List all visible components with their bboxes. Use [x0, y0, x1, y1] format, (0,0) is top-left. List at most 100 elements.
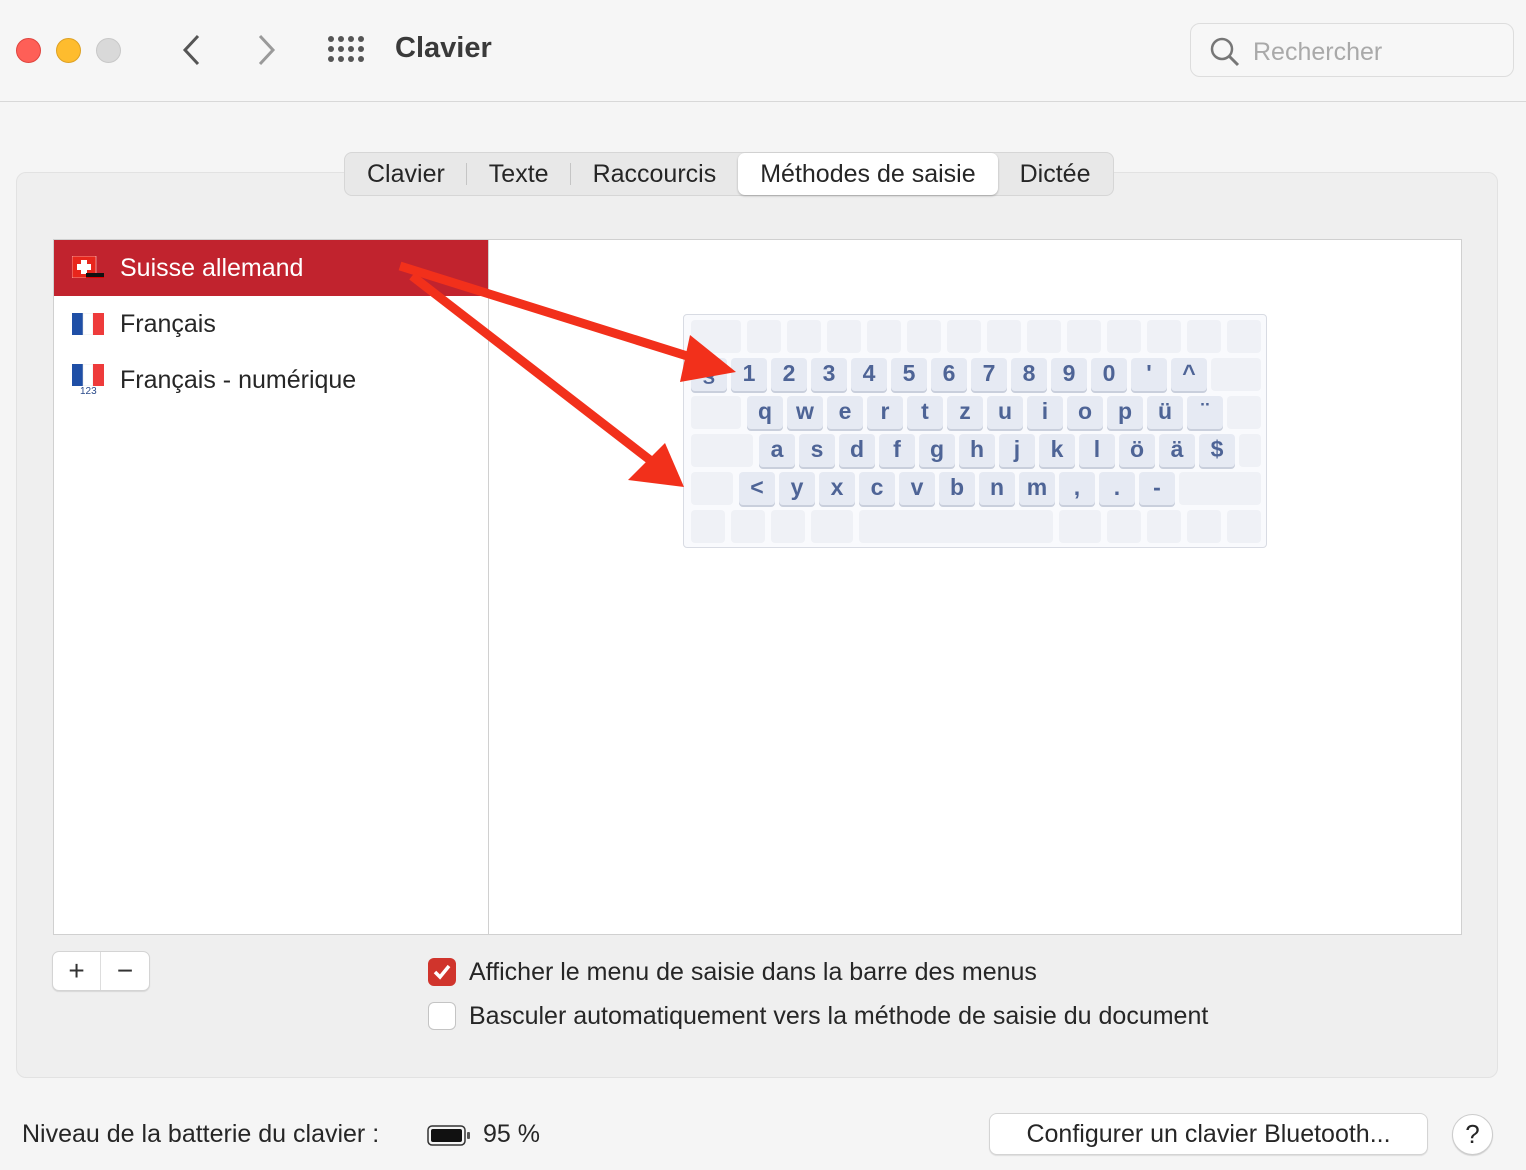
keyboard-blank-key	[987, 320, 1021, 353]
keyboard-blank-key	[867, 320, 901, 353]
add-remove-control: + −	[52, 951, 150, 991]
list-item-francais-numerique[interactable]: 123 Français - numérique	[54, 352, 488, 408]
keyboard-key: e	[827, 396, 863, 429]
battery-value: 95 %	[483, 1120, 540, 1148]
help-button[interactable]: ?	[1452, 1114, 1493, 1155]
forward-icon[interactable]	[254, 34, 278, 66]
keyboard-blank-key	[1211, 358, 1261, 391]
keyboard-blank-key	[691, 472, 733, 505]
list-item-label: Français	[120, 309, 216, 338]
title-bar: Clavier Rechercher	[0, 0, 1526, 102]
keyboard-blank-key	[1179, 472, 1261, 505]
back-icon[interactable]	[180, 34, 204, 66]
keyboard-key: g	[919, 434, 955, 467]
list-item-francais[interactable]: Français	[54, 296, 488, 352]
tab-texte[interactable]: Texte	[467, 153, 571, 195]
keyboard-key: 5	[891, 358, 927, 391]
keyboard-blank-key	[691, 396, 741, 429]
keyboard-blank-key	[1059, 510, 1101, 543]
keyboard-layout-preview: § 1 2 3 4 5 6 7 8 9 0 ' ^ q w e r t z u i o p ü ¨ a s d f g h j k l ö ä $ < y x…	[683, 314, 1267, 548]
keyboard-key: b	[939, 472, 975, 505]
tab-dictee[interactable]: Dictée	[998, 153, 1113, 195]
tab-methodes-de-saisie[interactable]: Méthodes de saisie	[738, 153, 998, 195]
keyboard-key: y	[779, 472, 815, 505]
keyboard-key: ¨	[1187, 396, 1223, 429]
keyboard-key: t	[907, 396, 943, 429]
keyboard-key: h	[959, 434, 995, 467]
keyboard-key: ,	[1059, 472, 1095, 505]
auto-switch-checkbox[interactable]	[428, 1002, 456, 1030]
keyboard-key: 3	[811, 358, 847, 391]
keyboard-blank-key	[771, 510, 805, 543]
swiss-german-flag-icon	[72, 256, 104, 278]
keyboard-blank-key	[1107, 320, 1141, 353]
keyboard-key: a	[759, 434, 795, 467]
keyboard-blank-key	[1107, 510, 1141, 543]
french-flag-icon	[72, 313, 104, 335]
keyboard-blank-key	[1067, 320, 1101, 353]
remove-button[interactable]: −	[101, 952, 149, 990]
keyboard-key: x	[819, 472, 855, 505]
keyboard-blank-key	[811, 510, 853, 543]
tab-raccourcis[interactable]: Raccourcis	[571, 153, 739, 195]
keyboard-key: n	[979, 472, 1015, 505]
add-button[interactable]: +	[53, 952, 102, 990]
grid-icon[interactable]	[328, 36, 366, 64]
keyboard-key: c	[859, 472, 895, 505]
tab-bar: Clavier Texte Raccourcis Méthodes de sai…	[344, 152, 1114, 196]
keyboard-key: .	[1099, 472, 1135, 505]
window-title: Clavier	[395, 32, 492, 64]
list-item-suisse-allemand[interactable]: Suisse allemand	[54, 240, 488, 296]
close-button[interactable]	[16, 38, 41, 63]
tab-clavier[interactable]: Clavier	[345, 153, 467, 195]
flag-caption: 123	[80, 386, 97, 397]
input-sources-list: Suisse allemand Français 123 Français - …	[53, 239, 489, 935]
keyboard-key: i	[1027, 396, 1063, 429]
keyboard-key: 4	[851, 358, 887, 391]
search-field[interactable]: Rechercher	[1190, 23, 1514, 77]
keyboard-key: $	[1199, 434, 1235, 467]
keyboard-key: j	[999, 434, 1035, 467]
keyboard-key: u	[987, 396, 1023, 429]
auto-switch-label: Basculer automatiquement vers la méthode…	[469, 1002, 1209, 1030]
keyboard-blank-key	[1227, 396, 1261, 429]
keyboard-key: 9	[1051, 358, 1087, 391]
search-icon	[1210, 37, 1240, 67]
keyboard-blank-key	[691, 434, 753, 467]
keyboard-blank-key	[1227, 320, 1261, 353]
keyboard-key: 7	[971, 358, 1007, 391]
keyboard-key: 2	[771, 358, 807, 391]
keyboard-key: 6	[931, 358, 967, 391]
keyboard-key: 1	[731, 358, 767, 391]
keyboard-blank-key	[691, 510, 725, 543]
keyboard-blank-key	[1147, 510, 1181, 543]
keyboard-blank-key	[1187, 510, 1221, 543]
keyboard-key: v	[899, 472, 935, 505]
keyboard-key: m	[1019, 472, 1055, 505]
minimize-button[interactable]	[56, 38, 81, 63]
keyboard-key: p	[1107, 396, 1143, 429]
keyboard-blank-key	[787, 320, 821, 353]
keyboard-key: ä	[1159, 434, 1195, 467]
keyboard-key: z	[947, 396, 983, 429]
zoom-button[interactable]	[96, 38, 121, 63]
keyboard-blank-key	[907, 320, 941, 353]
keyboard-key: k	[1039, 434, 1075, 467]
keyboard-key: w	[787, 396, 823, 429]
keyboard-blank-key	[1147, 320, 1181, 353]
keyboard-blank-key	[859, 510, 1053, 543]
keyboard-key: ö	[1119, 434, 1155, 467]
keyboard-key: q	[747, 396, 783, 429]
keyboard-key: ^	[1171, 358, 1207, 391]
keyboard-key: 8	[1011, 358, 1047, 391]
show-input-menu-label: Afficher le menu de saisie dans la barre…	[469, 958, 1037, 986]
keyboard-key: o	[1067, 396, 1103, 429]
keyboard-key: l	[1079, 434, 1115, 467]
keyboard-blank-key	[691, 320, 741, 353]
keyboard-key: -	[1139, 472, 1175, 505]
battery-label: Niveau de la batterie du clavier :	[22, 1120, 380, 1148]
show-input-menu-checkbox[interactable]	[428, 958, 456, 986]
configure-bluetooth-keyboard-button[interactable]: Configurer un clavier Bluetooth...	[989, 1113, 1428, 1155]
keyboard-key: r	[867, 396, 903, 429]
french-numeric-flag-icon	[72, 364, 104, 386]
